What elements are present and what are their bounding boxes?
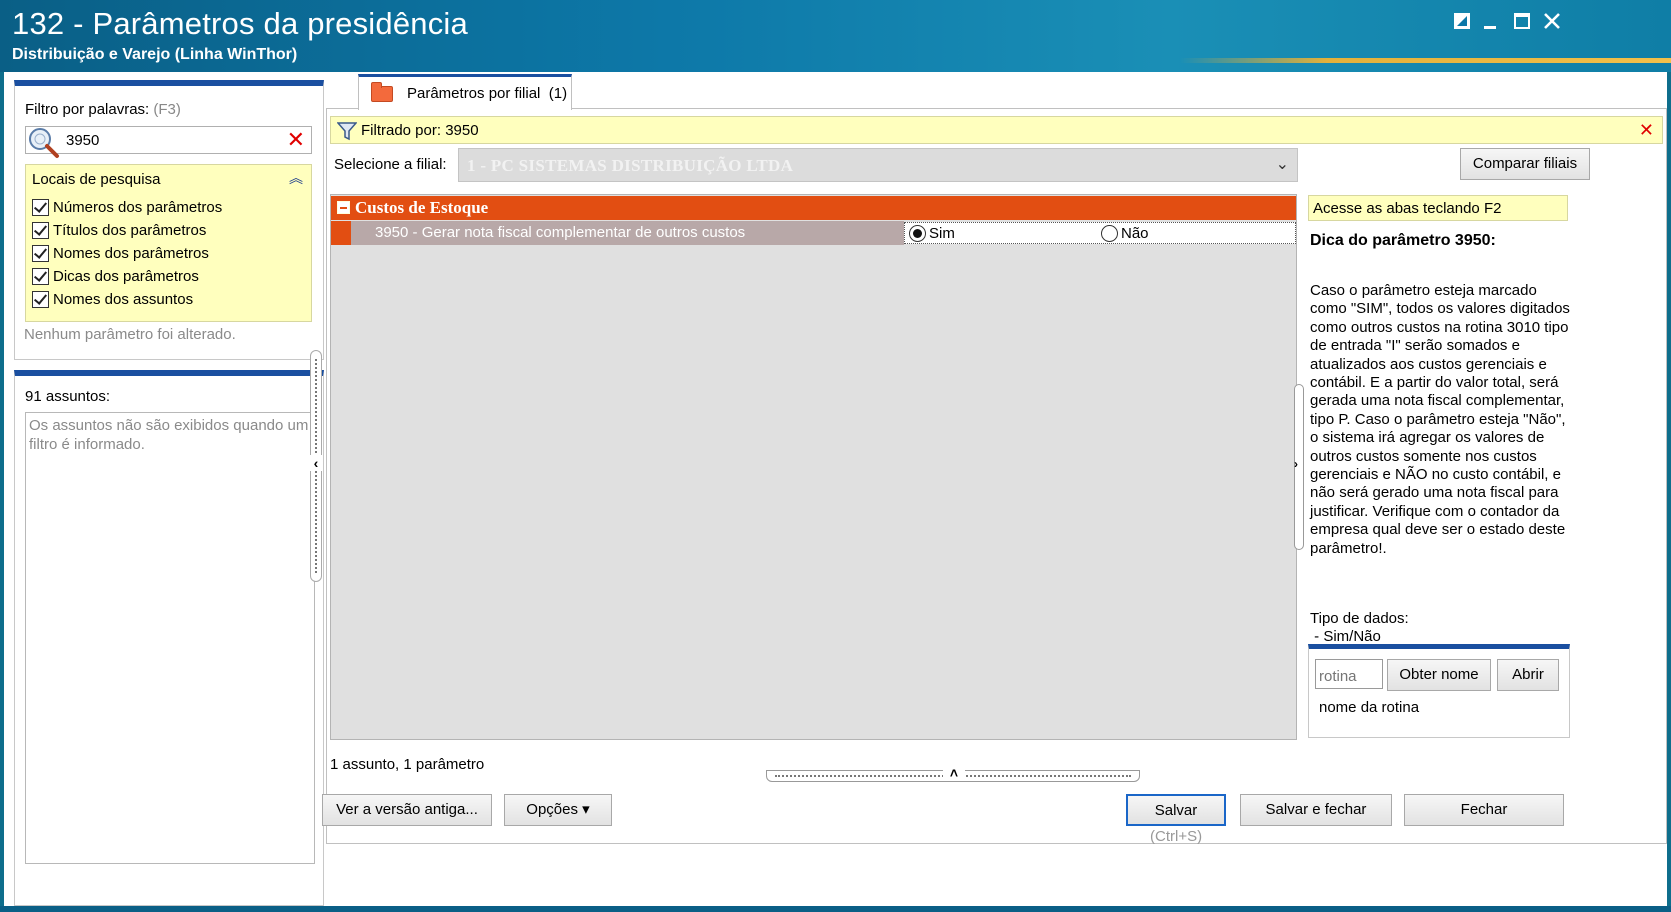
hint-title: Dica do parâmetro 3950: <box>1310 232 1496 249</box>
edit-icon[interactable] <box>1448 8 1476 36</box>
save-button[interactable]: Salvar <box>1126 794 1226 826</box>
row-indicator <box>331 221 351 245</box>
tab-count: (1) <box>548 85 568 102</box>
right-splitter[interactable]: › <box>1294 384 1304 550</box>
parameters-grid: Custos de Estoque 3950 - Gerar nota fisc… <box>330 194 1297 740</box>
checkbox-checked-icon <box>32 290 49 308</box>
hint-body: Caso o parâmetro esteja marcado como "SI… <box>1310 282 1570 557</box>
subjects-count: 91 assuntos: <box>25 388 111 405</box>
filter-label-text: Filtro por palavras: <box>25 101 150 118</box>
filial-select[interactable]: 1 - PC SISTEMAS DISTRIBUIÇÃO LTDA ⌄ <box>458 148 1298 182</box>
subjects-panel: 91 assuntos: Os assuntos não são exibido… <box>14 370 324 906</box>
minimize-icon[interactable] <box>1476 8 1504 36</box>
close-icon[interactable] <box>1538 8 1566 36</box>
checkbox-label: Números dos parâmetros <box>53 198 223 216</box>
search-locations-title: Locais de pesquisa <box>32 171 161 188</box>
collapse-icon[interactable]: ︽ <box>289 171 303 185</box>
client-area: Filtro por palavras: (F3) 3950 ✕ Locais … <box>4 72 1667 906</box>
bottom-splitter[interactable]: ˄ <box>766 765 1140 782</box>
checkbox-dicas[interactable]: Dicas dos parâmetros <box>32 266 199 286</box>
tab-label: Parâmetros por filial (1) <box>407 85 567 102</box>
radio-nao-label: Não <box>1121 225 1149 242</box>
grid-status: 1 assunto, 1 parâmetro <box>330 756 485 773</box>
open-button[interactable]: Abrir <box>1497 659 1559 691</box>
filter-label: Filtro por palavras: (F3) <box>25 101 181 118</box>
group-title: Custos de Estoque <box>355 198 489 217</box>
get-name-button[interactable]: Obter nome <box>1387 659 1491 691</box>
filter-panel: Filtro por palavras: (F3) 3950 ✕ Locais … <box>14 80 324 360</box>
close-button[interactable]: Fechar <box>1404 794 1564 826</box>
routine-input[interactable] <box>1315 659 1383 689</box>
search-input[interactable]: 3950 ✕ <box>25 126 312 158</box>
tab-label-text: Parâmetros por filial <box>407 85 541 102</box>
filter-text: Filtrado por: 3950 <box>361 122 479 139</box>
checkbox-label: Títulos dos parâmetros <box>53 221 207 239</box>
title-decoration <box>1180 58 1671 63</box>
tab-parametros-por-filial[interactable]: Parâmetros por filial (1) <box>358 74 572 110</box>
active-filter-bar: Filtrado por: 3950 ✕ <box>330 116 1663 144</box>
radio-sim[interactable] <box>909 225 926 242</box>
subjects-message: Os assuntos não são exibidos quando um f… <box>29 417 309 453</box>
collapse-group-icon[interactable] <box>337 201 350 214</box>
radio-sim-label: Sim <box>929 225 955 242</box>
parameter-name: 3950 - Gerar nota fiscal complementar de… <box>351 221 904 245</box>
checkbox-checked-icon <box>32 221 49 239</box>
checkbox-numeros[interactable]: Números dos parâmetros <box>32 197 222 217</box>
checkbox-nomes[interactable]: Nomes dos parâmetros <box>32 243 209 263</box>
checkbox-checked-icon <box>32 198 49 216</box>
window-title: 132 - Parâmetros da presidência <box>12 6 468 41</box>
search-icon <box>29 128 59 158</box>
clear-search-icon[interactable]: ✕ <box>287 128 305 152</box>
chevron-up-icon[interactable]: ˄ <box>943 765 965 781</box>
window-frame-bottom <box>0 906 1671 912</box>
save-and-close-button[interactable]: Salvar e fechar <box>1240 794 1392 826</box>
checkbox-label: Nomes dos parâmetros <box>53 244 209 262</box>
filter-shortcut: (F3) <box>153 101 181 118</box>
radio-nao[interactable] <box>1101 225 1118 242</box>
table-row[interactable]: 3950 - Gerar nota fiscal complementar de… <box>331 221 1296 245</box>
checkbox-checked-icon <box>32 267 49 285</box>
old-version-button[interactable]: Ver a versão antiga... <box>322 794 492 826</box>
chevron-down-icon: ⌄ <box>1275 156 1289 173</box>
checkbox-label: Dicas dos parâmetros <box>53 267 199 285</box>
save-shortcut: (Ctrl+S) <box>1150 828 1203 845</box>
routine-name: nome da rotina <box>1319 699 1420 716</box>
search-locations-panel: Locais de pesquisa ︽ Números dos parâmet… <box>25 164 312 322</box>
options-button[interactable]: Opções ▾ <box>504 794 612 826</box>
checkbox-titulos[interactable]: Títulos dos parâmetros <box>32 220 206 240</box>
change-status: Nenhum parâmetro foi alterado. <box>24 326 236 343</box>
compare-filiais-button[interactable]: Comparar filiais <box>1460 148 1590 180</box>
routine-panel: Obter nome Abrir nome da rotina <box>1308 644 1570 738</box>
clear-filter-icon[interactable]: ✕ <box>1639 120 1654 141</box>
tabs-hint: Acesse as abas teclando F2 <box>1308 195 1568 221</box>
left-splitter[interactable]: ‹ <box>309 350 323 582</box>
window-subtitle: Distribuição e Varejo (Linha WinThor) <box>12 46 298 63</box>
search-value: 3950 <box>66 132 100 149</box>
funnel-icon <box>337 122 357 141</box>
data-type-info: Tipo de dados: - Sim/Não <box>1310 610 1570 644</box>
checkbox-assuntos[interactable]: Nomes dos assuntos <box>32 289 193 309</box>
title-bar: 132 - Parâmetros da presidência Distribu… <box>0 0 1671 72</box>
data-type-value: - Sim/Não <box>1310 628 1381 644</box>
checkbox-checked-icon <box>32 244 49 262</box>
chevron-left-icon[interactable]: ‹ <box>309 455 323 471</box>
maximize-icon[interactable] <box>1508 8 1536 36</box>
subjects-list[interactable]: Os assuntos não são exibidos quando um f… <box>25 412 315 864</box>
chevron-right-icon[interactable]: › <box>1294 457 1298 471</box>
group-header[interactable]: Custos de Estoque <box>331 196 1296 220</box>
folder-icon <box>371 81 393 102</box>
filial-label: Selecione a filial: <box>334 156 447 173</box>
filial-value: 1 - PC SISTEMAS DISTRIBUIÇÃO LTDA <box>467 156 794 175</box>
parameter-options: Sim Não <box>904 222 1296 244</box>
data-type-label: Tipo de dados: <box>1310 610 1409 627</box>
checkbox-label: Nomes dos assuntos <box>53 290 194 308</box>
